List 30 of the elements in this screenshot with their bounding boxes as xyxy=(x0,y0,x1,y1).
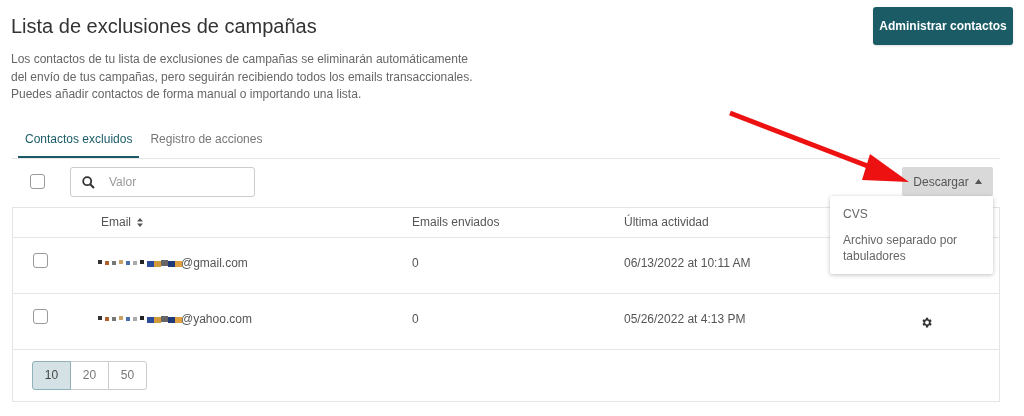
table-cell-text: 06/13/2022 at 10:11 AM xyxy=(624,254,751,272)
table-cell-text: 05/26/2022 at 4:13 PM xyxy=(624,310,746,328)
page-description: Los contactos de tu lista de exclusiones de campañas se eliminarán automáticamente del envío de tus campañas, pero seguirán recibiendo todos los emails transaccionales. Puedes añadir contactos de forma manual o importando una lista. xyxy=(11,51,474,103)
search-icon xyxy=(82,175,95,189)
table-cell-text: @gmail.com xyxy=(181,254,248,272)
caret-icon xyxy=(974,179,982,184)
manage-contacts-button[interactable]: Administrar contactos xyxy=(873,7,1013,45)
column-header: Emails enviados xyxy=(412,214,500,231)
download-button[interactable]: Descargar xyxy=(902,167,993,196)
pixelation-icon xyxy=(98,258,182,267)
checkbox[interactable] xyxy=(33,308,48,324)
table-cell-text: @yahoo.com xyxy=(181,310,252,328)
tab[interactable]: Registro de acciones xyxy=(143,127,270,158)
settings-icon[interactable] xyxy=(920,315,933,329)
menu-item[interactable]: Archivo separado por tabuladores xyxy=(830,232,993,264)
page-size-button[interactable]: 20 xyxy=(70,360,109,390)
page-size-button[interactable]: 50 xyxy=(108,360,147,390)
checkbox[interactable] xyxy=(30,174,45,189)
table-cell-text: 0 xyxy=(412,310,419,328)
sort-icon[interactable] xyxy=(137,217,143,227)
menu-item[interactable]: CVS xyxy=(830,206,993,222)
tab[interactable]: Contactos excluidos xyxy=(18,127,140,158)
page-size-button[interactable]: 10 xyxy=(32,360,71,390)
search-field[interactable]: Valor xyxy=(70,166,255,197)
column-header: Última actividad xyxy=(624,213,709,231)
pixelation-icon xyxy=(98,314,182,323)
page-title: Lista de exclusiones de campañas xyxy=(11,14,318,39)
column-header[interactable]: Email xyxy=(101,213,131,231)
checkbox[interactable] xyxy=(33,252,48,268)
table-cell-text: 0 xyxy=(412,254,419,272)
